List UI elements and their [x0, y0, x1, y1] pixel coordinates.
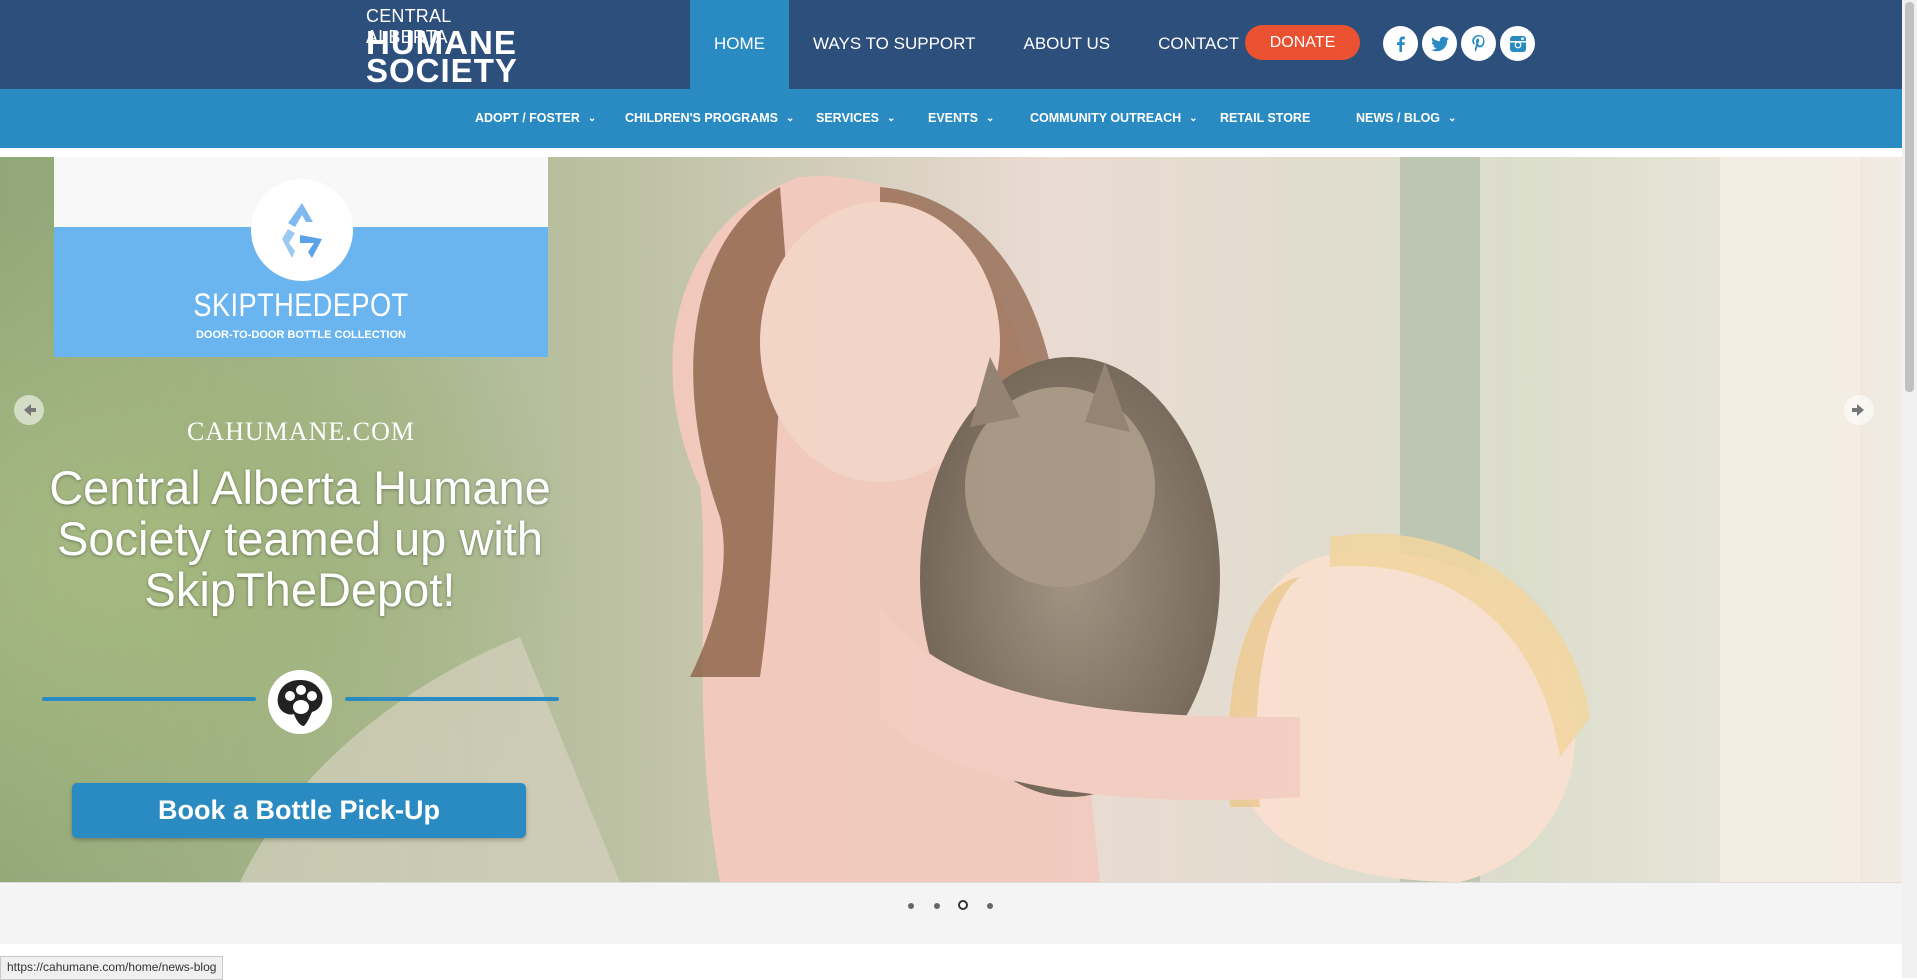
chevron-down-icon: ⌄: [587, 113, 597, 124]
donate-button[interactable]: DONATE: [1245, 25, 1360, 60]
nav-home[interactable]: HOME: [690, 0, 789, 89]
nav-ways-to-support[interactable]: WAYS TO SUPPORT: [789, 0, 999, 89]
hero-slider: SKIPTHEDEPOT DOOR-TO-DOOR BOTTLE COLLECT…: [0, 157, 1902, 882]
subnav-news-blog[interactable]: NEWS / BLOG ⌄: [1356, 89, 1456, 148]
subnav-childrens-programs[interactable]: CHILDREN'S PROGRAMS ⌄: [625, 89, 794, 148]
subnav-events-label: EVENTS: [928, 111, 979, 125]
arrow-right-icon: [1852, 404, 1864, 416]
slider-dot-2[interactable]: [934, 903, 940, 909]
instagram-icon[interactable]: [1500, 26, 1535, 61]
slider-dot-1[interactable]: [908, 903, 914, 909]
site-logo[interactable]: CENTRAL ALBERTA HUMANE SOCIETY: [366, 6, 526, 89]
scrollbar-thumb[interactable]: [1905, 2, 1914, 392]
book-pickup-button[interactable]: Book a Bottle Pick-Up: [72, 783, 526, 838]
skipthedepot-banner: SKIPTHEDEPOT DOOR-TO-DOOR BOTTLE COLLECT…: [54, 157, 548, 357]
chevron-down-icon: ⌄: [887, 113, 896, 124]
slider-dot-4[interactable]: [987, 903, 993, 909]
page-scrollbar[interactable]: [1902, 0, 1917, 978]
chevron-down-icon: ⌄: [986, 113, 995, 124]
social-links: [1383, 26, 1535, 61]
skipthedepot-tagline: DOOR-TO-DOOR BOTTLE COLLECTION: [195, 329, 406, 341]
headline-line-3: SkipTheDepot!: [144, 563, 456, 616]
nav-spacer: [0, 148, 1902, 157]
subnav-community-outreach-label: COMMUNITY OUTREACH: [1030, 111, 1182, 125]
nav-about-us[interactable]: ABOUT US: [999, 0, 1134, 89]
subnav-services[interactable]: SERVICES ⌄: [816, 89, 895, 148]
paw-icon: [268, 670, 332, 734]
divider-left: [42, 697, 256, 701]
main-nav: HOME WAYS TO SUPPORT ABOUT US CONTACT: [690, 0, 1263, 89]
chevron-down-icon: ⌄: [1448, 113, 1457, 124]
chevron-down-icon: ⌄: [1189, 113, 1198, 124]
headline-line-1: Central Alberta Humane: [49, 461, 551, 514]
logo-line-3: SOCIETY: [366, 52, 518, 89]
subnav-retail-store[interactable]: RETAIL STORE: [1220, 89, 1310, 148]
subnav-adopt-foster[interactable]: ADOPT / FOSTER ⌄: [475, 89, 596, 148]
subnav-adopt-foster-label: ADOPT / FOSTER: [475, 111, 580, 125]
recycle-icon: [251, 179, 353, 281]
pinterest-icon[interactable]: [1461, 26, 1496, 61]
arrow-left-icon: [24, 404, 36, 416]
headline-line-2: Society teamed up with: [57, 512, 543, 565]
subnav-childrens-programs-label: CHILDREN'S PROGRAMS: [625, 111, 778, 125]
skipthedepot-name: SKIPTHEDEPOT: [193, 287, 409, 323]
subnav-news-blog-label: NEWS / BLOG: [1356, 111, 1441, 125]
browser-status-url: https://cahumane.com/home/news-blog: [0, 956, 224, 980]
site-url-text: CAHUMANE.COM: [187, 417, 415, 446]
top-header: CENTRAL ALBERTA HUMANE SOCIETY HOME WAYS…: [0, 0, 1902, 89]
hero-headline: Central Alberta Humane Society teamed up…: [30, 462, 570, 615]
facebook-icon[interactable]: [1383, 26, 1418, 61]
slider-dot-3[interactable]: [958, 900, 968, 910]
slider-next-button[interactable]: [1844, 395, 1874, 425]
twitter-icon[interactable]: [1422, 26, 1457, 61]
slider-prev-button[interactable]: [14, 395, 44, 425]
subnav-community-outreach[interactable]: COMMUNITY OUTREACH ⌄: [1030, 89, 1198, 148]
chevron-down-icon: ⌄: [785, 113, 795, 124]
divider-right: [345, 697, 559, 701]
nav-contact[interactable]: CONTACT: [1134, 0, 1263, 89]
secondary-nav: ADOPT / FOSTER ⌄ CHILDREN'S PROGRAMS ⌄ SER…: [0, 89, 1902, 148]
slider-pagination-bar: [0, 882, 1902, 944]
subnav-events[interactable]: EVENTS ⌄: [928, 89, 994, 148]
subnav-retail-store-label: RETAIL STORE: [1220, 111, 1311, 125]
subnav-services-label: SERVICES: [816, 111, 879, 125]
